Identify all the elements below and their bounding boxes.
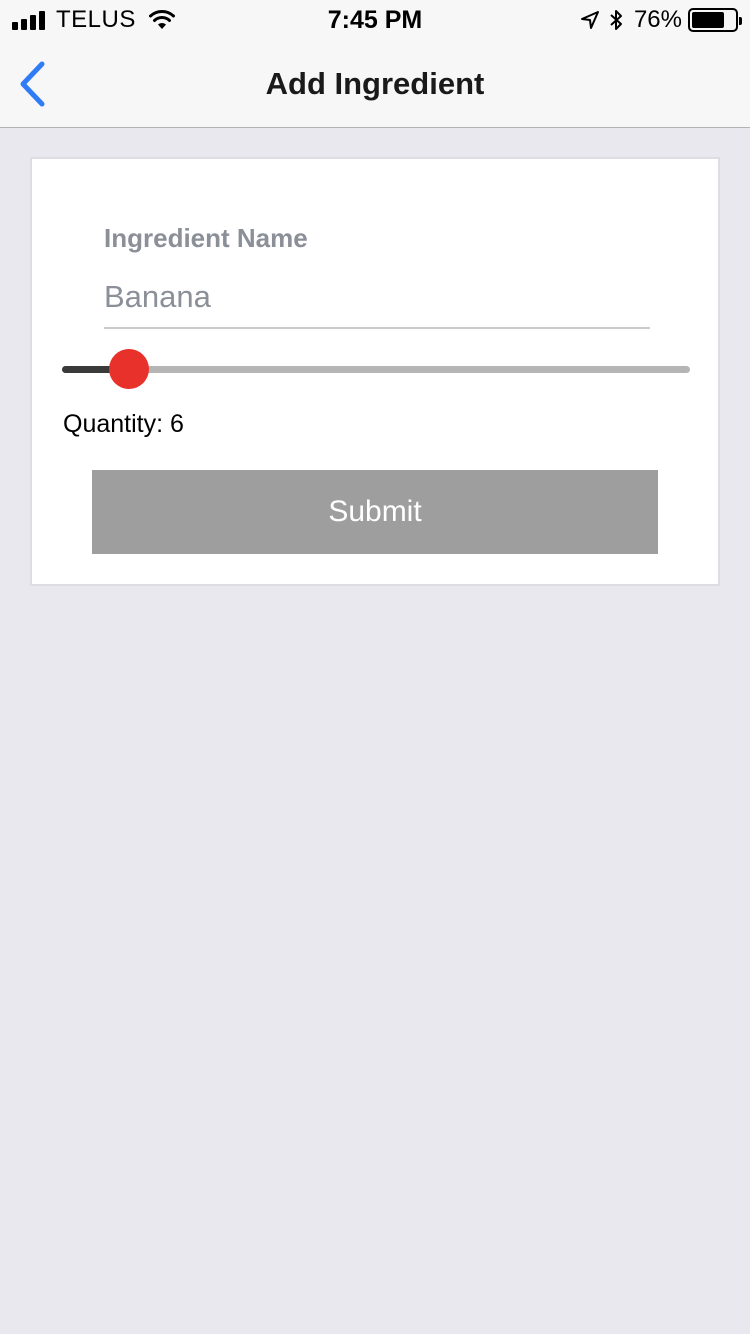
status-right: 76% [572, 6, 742, 34]
ingredient-name-input[interactable] [104, 267, 650, 329]
battery-percent: 76% [633, 6, 682, 33]
navigation-bar: Add Ingredient [0, 40, 750, 128]
battery-fill [692, 12, 724, 28]
submit-button[interactable]: Submit [92, 470, 658, 554]
quantity-slider[interactable] [62, 349, 690, 389]
status-bar: TELUS 7:45 PM 76% [0, 0, 750, 40]
quantity-label: Quantity: 6 [63, 410, 184, 438]
location-arrow-icon [580, 11, 599, 29]
page-title: Add Ingredient [265, 66, 485, 101]
bluetooth-icon [610, 10, 622, 30]
slider-thumb[interactable] [109, 349, 150, 389]
ingredient-name-label: Ingredient Name [104, 223, 308, 253]
battery-icon [688, 8, 742, 32]
slider-track [62, 366, 690, 373]
ingredient-form-card: Ingredient Name Quantity: 6 Submit [30, 157, 720, 586]
